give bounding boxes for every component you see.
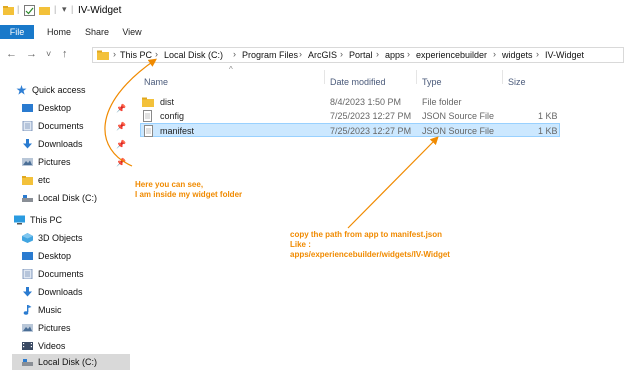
computer-icon <box>14 215 25 225</box>
file-type: File folder <box>422 97 462 107</box>
breadcrumb-separator: › <box>233 49 236 59</box>
json-file-icon <box>143 110 152 122</box>
column-divider[interactable] <box>502 70 503 84</box>
breadcrumb-separator: › <box>407 49 410 59</box>
breadcrumb-separator: › <box>299 49 302 59</box>
breadcrumb-separator: › <box>376 49 379 59</box>
navigation-pane: Quick access Desktop 📌 Documents 📌 Downl… <box>0 76 132 373</box>
annotation-line: Here you can see, <box>135 180 204 189</box>
file-date: 8/4/2023 1:50 PM <box>330 97 402 107</box>
tab-view[interactable]: View <box>118 25 146 39</box>
customize-toolbar-dropdown[interactable]: ▾ <box>62 4 67 15</box>
recent-locations-button[interactable]: ˅ <box>46 49 51 59</box>
folder-icon <box>142 97 154 107</box>
breadcrumb-program-files[interactable]: Program Files <box>242 50 298 60</box>
desktop-icon <box>22 252 33 260</box>
title-separator-2: | <box>54 4 57 14</box>
folder-icon <box>22 176 33 185</box>
column-header-type[interactable]: Type <box>422 77 442 87</box>
breadcrumb-separator: › <box>113 49 116 59</box>
back-button[interactable]: ← <box>6 48 17 60</box>
breadcrumb-experiencebuilder[interactable]: experiencebuilder <box>416 50 487 60</box>
arrow-to-manifest <box>347 136 439 229</box>
ribbon-tabs: File Home Share View <box>0 24 624 40</box>
column-header-name[interactable]: Name <box>144 77 168 87</box>
file-name: manifest <box>160 126 195 136</box>
folder-icon <box>3 6 14 15</box>
drive-icon <box>22 195 33 202</box>
annotation-line: apps/experiencebuilder/widgets/IV-Widget <box>290 250 450 259</box>
3d-objects-icon <box>22 233 33 243</box>
pin-icon: 📌 <box>116 140 126 149</box>
title-separator: | <box>17 4 20 14</box>
pin-icon: 📌 <box>116 104 126 113</box>
star-icon <box>16 85 27 95</box>
annotation-folder-note: Here you can see, I am inside my widget … <box>135 180 242 200</box>
downloads-icon <box>23 139 32 149</box>
title-separator-3: | <box>71 4 74 14</box>
column-header-date-modified[interactable]: Date modified <box>330 77 386 87</box>
column-header-size[interactable]: Size <box>508 77 526 87</box>
breadcrumb-portal[interactable]: Portal <box>349 50 373 60</box>
pin-icon: 📌 <box>116 158 126 167</box>
breadcrumb-arcgis[interactable]: ArcGIS <box>308 50 337 60</box>
annotation-line: I am inside my widget folder <box>135 190 243 199</box>
annotation-line: Like : <box>290 240 311 249</box>
file-type: JSON Source File <box>422 111 495 121</box>
sort-ascending-icon: ^ <box>229 65 233 74</box>
title-bar: | | ▾ | IV-Widget <box>0 0 624 22</box>
breadcrumb-apps[interactable]: apps <box>385 50 405 60</box>
annotation-path-note: copy the path from app to manifest.json … <box>290 230 450 260</box>
file-date: 7/25/2023 12:27 PM <box>330 111 412 121</box>
up-button[interactable]: ↑ <box>62 48 68 60</box>
new-folder-icon[interactable] <box>39 5 50 16</box>
breadcrumb-separator: › <box>340 49 343 59</box>
sidebar-item-local-disk-pc[interactable]: Local Disk (C:) <box>12 354 130 370</box>
breadcrumb-separator: › <box>536 49 539 59</box>
column-divider[interactable] <box>416 70 417 84</box>
file-size: 1 KB <box>538 126 558 136</box>
file-name: config <box>160 111 185 121</box>
file-row-dist[interactable]: dist 8/4/2023 1:50 PM File folder <box>140 95 560 109</box>
file-date: 7/25/2023 12:27 PM <box>330 126 412 136</box>
breadcrumb-widgets[interactable]: widgets <box>502 50 533 60</box>
tab-share[interactable]: Share <box>82 25 112 39</box>
file-name: dist <box>160 97 175 107</box>
forward-button[interactable]: → <box>26 48 37 60</box>
desktop-icon <box>22 104 33 112</box>
file-type: JSON Source File <box>422 126 495 136</box>
breadcrumb-this-pc[interactable]: This PC <box>120 50 152 60</box>
breadcrumb-separator: › <box>493 49 496 59</box>
tab-file[interactable]: File <box>0 25 34 39</box>
breadcrumb-local-disk[interactable]: Local Disk (C:) <box>164 50 223 60</box>
navigation-bar: ← → ˅ ↑ › This PC › Local Disk (C:) › Pr… <box>0 44 624 66</box>
drive-icon <box>22 359 33 366</box>
column-header-row: Name ^ Date modified Type Size <box>140 65 624 87</box>
music-icon <box>23 305 32 315</box>
downloads-icon <box>23 287 32 297</box>
documents-icon <box>22 121 33 131</box>
file-row-config[interactable]: config 7/25/2023 12:27 PM JSON Source Fi… <box>140 109 560 123</box>
column-divider[interactable] <box>324 70 325 84</box>
tab-home[interactable]: Home <box>44 25 74 39</box>
properties-icon[interactable] <box>24 5 35 16</box>
pictures-icon <box>22 158 33 166</box>
pin-icon: 📌 <box>116 122 126 131</box>
file-size: 1 KB <box>538 111 558 121</box>
documents-icon <box>22 269 33 279</box>
address-bar[interactable]: › This PC › Local Disk (C:) › Program Fi… <box>92 47 624 63</box>
file-row-manifest[interactable]: manifest 7/25/2023 12:27 PM JSON Source … <box>140 123 560 137</box>
folder-icon <box>97 50 109 60</box>
breadcrumb-separator: › <box>155 49 158 59</box>
breadcrumb-iv-widget[interactable]: IV-Widget <box>545 50 584 60</box>
annotation-line: copy the path from app to manifest.json <box>290 230 443 239</box>
pictures-icon <box>22 324 33 332</box>
window-title: IV-Widget <box>78 5 122 16</box>
json-file-icon <box>144 125 153 137</box>
videos-icon <box>22 342 33 350</box>
